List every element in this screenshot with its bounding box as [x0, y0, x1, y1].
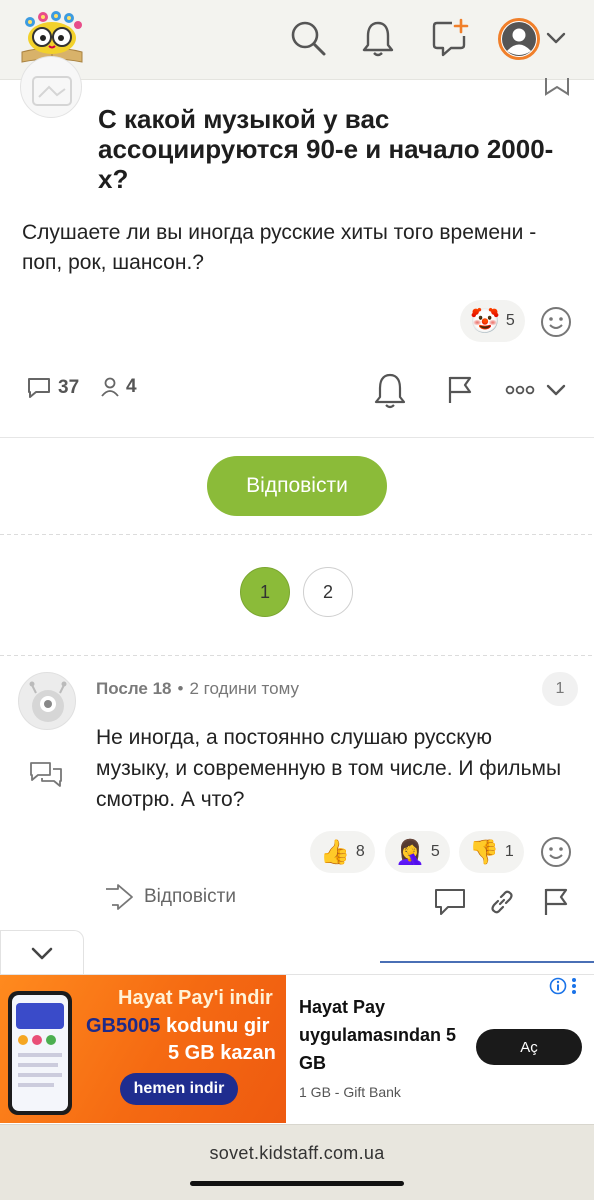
comment-author[interactable]: После 18 — [96, 679, 172, 699]
promo-rest: kodunu gir — [160, 1015, 270, 1037]
facepalm-emoji-icon: 🤦‍♀️ — [395, 838, 425, 866]
reaction-count: 5 — [505, 312, 515, 329]
bookmark-icon[interactable] — [544, 78, 570, 101]
reply-arrow-icon — [106, 884, 133, 910]
more-options-icon[interactable] — [500, 370, 540, 410]
comments-count-value: 37 — [58, 377, 80, 398]
ad-headline: Hayat Pay'i indir — [118, 987, 273, 1009]
info-icon[interactable] — [549, 977, 567, 995]
subscribe-bell-icon[interactable] — [370, 370, 410, 410]
ad-source: 1 GB - Gift Bank — [299, 1084, 401, 1100]
browser-address-bar[interactable]: sovet.kidstaff.com.ua — [0, 1124, 594, 1200]
ad-offer: 5 GB kazan — [168, 1042, 276, 1064]
thumbs-up-emoji-icon: 👍 — [320, 838, 350, 866]
thread-comments-icon[interactable] — [28, 760, 64, 795]
top-bar — [0, 0, 594, 80]
reply-link[interactable]: Відповісти — [104, 884, 236, 910]
add-reaction-icon[interactable] — [540, 836, 572, 868]
ad-title[interactable]: Hayat Pay uygulamasından 5 GB — [299, 993, 469, 1077]
ad-choices[interactable] — [549, 977, 577, 995]
reply-label: Відповісти — [144, 886, 236, 907]
expand-chevron-icon[interactable] — [536, 370, 576, 410]
user-avatar-icon — [502, 22, 536, 56]
comment-number[interactable]: 1 — [542, 672, 578, 706]
reaction-clown[interactable]: 🤡 5 — [460, 300, 525, 342]
ad-promo-line: GB5005 kodunu gir — [86, 1015, 269, 1038]
divider — [0, 437, 594, 438]
content-separator — [380, 961, 594, 963]
divider-dashed — [0, 655, 594, 656]
reaction-thumbs-down[interactable]: 👎 1 — [459, 831, 524, 873]
comment-time: 2 години тому — [189, 679, 299, 698]
search-icon[interactable] — [286, 14, 330, 62]
home-indicator[interactable] — [190, 1181, 404, 1186]
reaction-count: 8 — [355, 843, 365, 860]
new-post-icon[interactable] — [428, 14, 472, 62]
ad-open-button[interactable]: Aç — [476, 1029, 582, 1065]
comment-text: Не иногда, а постоянно слушаю русскую му… — [96, 726, 562, 811]
commenter-avatar[interactable] — [18, 672, 76, 730]
page-2-button[interactable]: 2 — [303, 567, 353, 617]
comment-meta: После 18 • 2 години тому — [96, 679, 299, 699]
page-1-button[interactable]: 1 — [240, 567, 290, 617]
person-icon — [101, 377, 119, 397]
participants-count-value: 4 — [126, 376, 137, 397]
report-flag-icon[interactable] — [536, 882, 576, 922]
add-reaction-icon[interactable] — [540, 306, 572, 338]
ad-image[interactable]: Hayat Pay'i indir GB5005 kodunu gir 5 GB… — [0, 975, 286, 1123]
url-text[interactable]: sovet.kidstaff.com.ua — [0, 1143, 594, 1164]
comments-count[interactable]: 37 — [26, 376, 79, 400]
meta-separator: • — [177, 679, 184, 698]
reaction-thumbs-up[interactable]: 👍 8 — [310, 831, 375, 873]
reaction-count: 5 — [430, 843, 440, 860]
thumbs-down-emoji-icon: 👎 — [469, 838, 499, 866]
participants-count: 4 — [100, 376, 137, 398]
reaction-facepalm[interactable]: 🤦‍♀️ 5 — [385, 831, 450, 873]
reaction-count: 1 — [504, 843, 514, 860]
chevron-down-icon — [31, 947, 53, 959]
comment-icon — [28, 378, 50, 398]
copy-link-icon[interactable] — [482, 882, 522, 922]
promo-code: GB5005 — [86, 1015, 161, 1037]
quote-comment-icon[interactable] — [430, 882, 470, 922]
more-vertical-icon[interactable] — [571, 977, 577, 995]
chevron-down-icon[interactable] — [544, 26, 568, 55]
ad-image-cta[interactable]: hemen indir — [120, 1073, 238, 1105]
user-avatar[interactable] — [498, 18, 540, 60]
report-flag-icon[interactable] — [440, 370, 480, 410]
question-body: Слушаете ли вы иногда русские хиты того … — [22, 221, 537, 274]
answer-button[interactable]: Відповісти — [207, 456, 387, 516]
divider-dashed — [0, 534, 594, 535]
question-title: С какой музыкой у вас ассоциируются 90-е… — [98, 104, 554, 194]
clown-emoji-icon: 🤡 — [470, 307, 500, 335]
author-avatar[interactable] — [20, 56, 82, 118]
bell-icon[interactable] — [356, 14, 400, 62]
collapse-ad-button[interactable] — [0, 930, 84, 974]
phone-mockup — [8, 991, 72, 1115]
advertisement-banner[interactable]: Hayat Pay'i indir GB5005 kodunu gir 5 GB… — [0, 974, 594, 1124]
